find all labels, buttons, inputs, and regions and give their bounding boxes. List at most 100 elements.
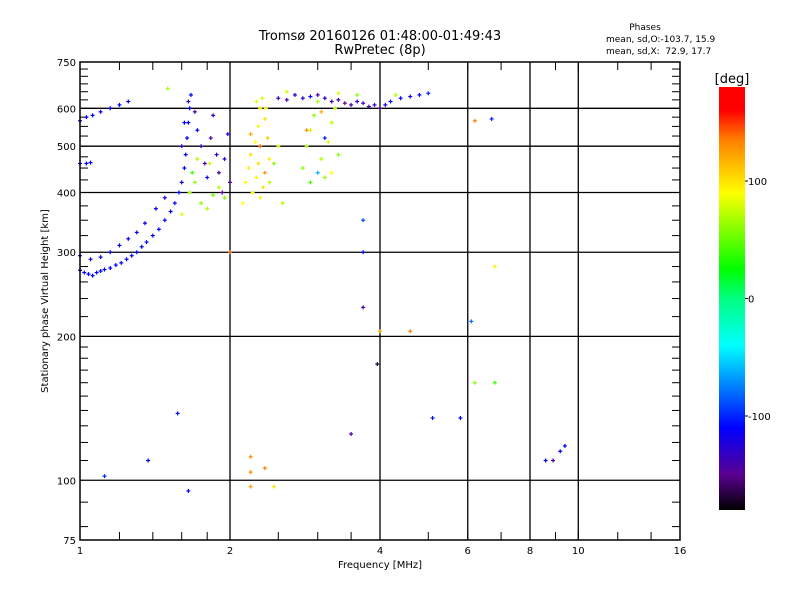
data-point — [146, 458, 151, 463]
data-point — [186, 99, 191, 104]
data-point — [156, 227, 161, 232]
data-point — [260, 96, 265, 101]
data-point — [108, 250, 113, 255]
data-point — [179, 212, 184, 217]
data-point — [126, 236, 131, 241]
data-point — [185, 136, 190, 141]
data-point — [417, 92, 422, 97]
data-point — [326, 140, 331, 145]
data-point — [342, 101, 347, 106]
data-point — [84, 115, 89, 120]
data-point — [256, 161, 261, 166]
data-point — [126, 99, 131, 104]
colorbar-tick-label: 0 — [748, 295, 754, 306]
data-point — [361, 250, 366, 255]
data-point — [202, 161, 207, 166]
data-point — [329, 170, 334, 175]
data-point — [162, 195, 167, 200]
x-tick-label: 1 — [77, 546, 83, 557]
data-point — [383, 102, 388, 107]
data-point — [378, 329, 382, 334]
data-point — [308, 128, 313, 133]
data-point — [117, 243, 122, 248]
data-point — [240, 201, 245, 206]
ionogram-chart: Tromsø 20160126 01:48:00-01:49:43 RwPret… — [40, 23, 771, 571]
data-point — [94, 270, 99, 275]
data-point — [172, 201, 177, 206]
data-point — [248, 470, 253, 475]
data-point — [182, 166, 187, 171]
data-point — [188, 92, 193, 97]
data-point — [258, 106, 263, 111]
colorbar-tick-label: 100 — [748, 177, 767, 188]
data-point — [134, 230, 139, 235]
legend-o-mode: mean, sd,O:-103.7, 15.9 — [606, 35, 716, 45]
data-point — [228, 180, 232, 185]
data-point — [336, 152, 341, 157]
data-point — [472, 118, 477, 123]
data-point — [150, 233, 155, 238]
data-point — [248, 454, 253, 459]
data-point — [398, 96, 403, 101]
data-point — [292, 92, 297, 97]
colorbar-gradient — [719, 87, 745, 510]
data-point — [254, 99, 259, 104]
data-point — [562, 443, 567, 448]
y-tick-label: 75 — [63, 536, 76, 547]
data-point — [186, 488, 191, 493]
data-point — [195, 157, 200, 162]
data-point — [144, 240, 149, 245]
data-point — [199, 201, 204, 206]
data-point — [265, 136, 270, 141]
data-point — [139, 244, 144, 249]
data-point — [98, 269, 103, 274]
data-point — [315, 170, 320, 175]
data-point — [361, 101, 366, 106]
data-point — [220, 190, 225, 195]
data-point — [228, 250, 232, 255]
x-tick-label: 16 — [674, 546, 687, 557]
chart-subtitle: RwPretec (8p) — [334, 43, 425, 58]
data-point — [258, 144, 263, 149]
y-tick-label: 500 — [57, 142, 76, 153]
data-point — [271, 484, 276, 489]
data-point — [225, 132, 230, 137]
y-tick-label: 300 — [57, 248, 76, 259]
data-point — [472, 380, 477, 385]
data-point — [214, 152, 219, 157]
data-point — [336, 91, 341, 96]
data-point — [271, 161, 276, 166]
data-point — [361, 218, 366, 223]
data-point — [117, 102, 122, 107]
data-point — [113, 263, 118, 268]
data-point — [349, 431, 354, 436]
data-point — [216, 170, 221, 175]
data-point — [304, 128, 309, 133]
data-point — [355, 92, 360, 97]
data-point — [393, 92, 398, 97]
data-point — [192, 109, 197, 114]
data-point — [300, 96, 305, 101]
y-tick-label: 600 — [57, 104, 76, 115]
data-point — [267, 180, 272, 185]
data-point — [102, 474, 107, 479]
data-point — [248, 484, 253, 489]
data-points — [78, 86, 567, 493]
data-point — [179, 144, 184, 149]
axis-ticks: 1 2 4 6 8 10 16 75 100 200 300 400 500 600 750 — [57, 58, 686, 557]
x-tick-label: 2 — [227, 546, 233, 557]
data-point — [207, 161, 212, 166]
data-point — [222, 157, 227, 162]
colorbar: [deg] 100 0 -100 — [715, 72, 771, 510]
data-point — [98, 109, 103, 114]
data-point — [98, 255, 103, 260]
data-point — [426, 91, 431, 96]
data-point — [322, 96, 327, 101]
data-point — [205, 206, 210, 211]
y-tick-label: 100 — [57, 476, 76, 487]
data-point — [308, 94, 313, 99]
grid-lines — [80, 62, 680, 540]
data-point — [256, 124, 261, 129]
data-point — [262, 116, 267, 121]
legend-x-mode: mean, sd,X: 72.9, 17.7 — [606, 47, 711, 57]
